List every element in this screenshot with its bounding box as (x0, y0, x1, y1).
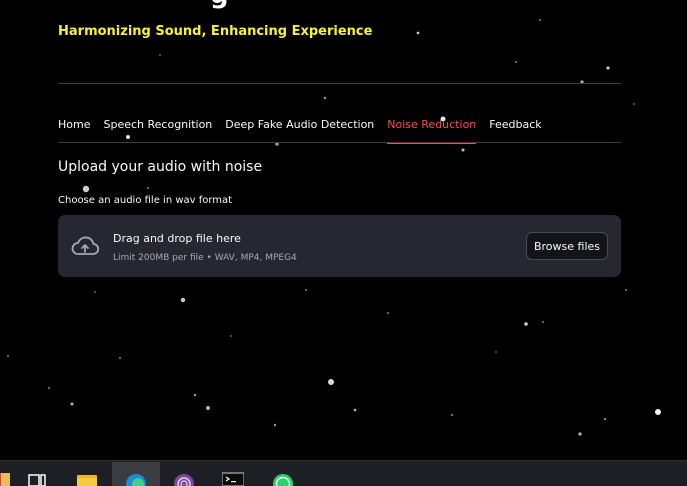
tor-icon[interactable] (173, 467, 195, 486)
tab-noise-reduction[interactable]: Noise Reduction (387, 113, 476, 143)
whatsapp-icon[interactable] (272, 467, 294, 486)
tab-deep-fake-audio-detection[interactable]: Deep Fake Audio Detection (225, 113, 374, 143)
task-view-icon[interactable] (26, 467, 48, 486)
tab-home[interactable]: Home (58, 113, 90, 143)
tab-bar: Home Speech Recognition Deep Fake Audio … (58, 113, 621, 143)
cloud-upload-icon (70, 235, 100, 257)
dropzone-instruction: Drag and drop file here (113, 232, 241, 245)
file-explorer-icon[interactable] (0, 467, 16, 486)
section-title: Upload your audio with noise (58, 159, 262, 175)
tab-feedback[interactable]: Feedback (489, 113, 541, 143)
file-uploader-label: Choose an audio file in wav format (58, 195, 232, 206)
tab-bar-divider (58, 142, 621, 143)
app-tagline: Harmonizing Sound, Enhancing Experience (58, 24, 372, 39)
file-dropzone[interactable]: Drag and drop file here Limit 200MB per … (58, 215, 621, 277)
terminal-icon[interactable] (222, 467, 244, 486)
dropzone-limit-text: Limit 200MB per file • WAV, MP4, MPEG4 (113, 253, 297, 263)
windows-taskbar (0, 460, 687, 486)
browse-files-button[interactable]: Browse files (526, 232, 608, 260)
folder-icon[interactable] (76, 467, 98, 486)
header-divider (58, 83, 621, 84)
app-title-partial: g (210, 0, 229, 10)
edge-icon[interactable] (125, 467, 147, 486)
tab-speech-recognition[interactable]: Speech Recognition (103, 113, 212, 143)
